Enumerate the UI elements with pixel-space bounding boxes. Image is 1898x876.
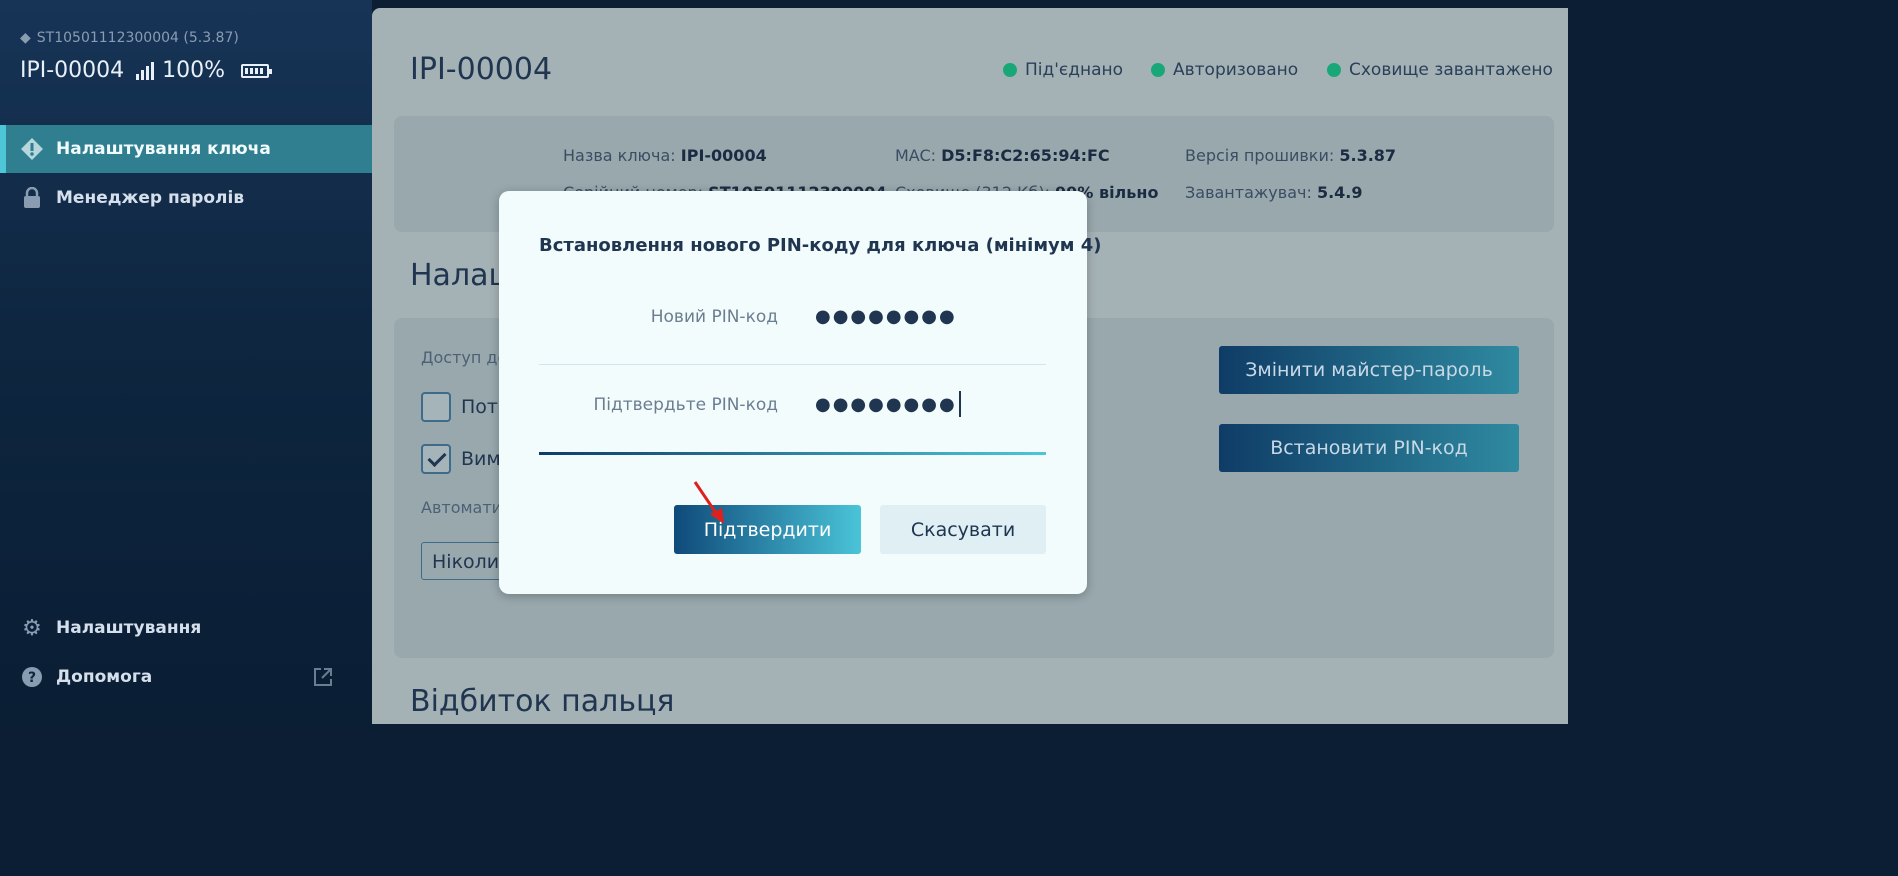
- annotation-arrow-icon: [693, 481, 724, 524]
- select-value: Ніколи: [432, 551, 500, 573]
- dialog-title: Встановлення нового PIN-коду для ключа (…: [539, 235, 1102, 256]
- set-pin-button[interactable]: Встановити PIN-код: [1219, 424, 1519, 472]
- text-cursor: [958, 391, 961, 417]
- signal-icon: [136, 61, 155, 80]
- info-value: 5.4.9: [1316, 183, 1363, 202]
- info-label: Версія прошивки:: [1185, 146, 1335, 165]
- status-label: Авторизовано: [1173, 60, 1299, 80]
- new-pin-label: Новий PIN-код: [650, 307, 778, 327]
- access-label: Доступ до: [421, 348, 508, 367]
- device-serial: ◆ ST10501112300004 (5.3.87): [20, 30, 239, 46]
- status-label: Сховище завантажено: [1349, 60, 1553, 80]
- info-label: MAC:: [895, 146, 937, 165]
- info-label: Назва ключа:: [563, 146, 676, 165]
- confirm-pin-label: Підтвердьте PIN-код: [593, 395, 778, 415]
- sidebar: ◆ ST10501112300004 (5.3.87) IPI-00004 10…: [0, 0, 372, 724]
- device-name: IPI-00004: [20, 58, 125, 83]
- lock-icon: [20, 186, 44, 210]
- status-dot: [1003, 63, 1017, 77]
- confirm-pin-value: ●●●●●●●●: [815, 393, 957, 415]
- status-label: Під'єднано: [1025, 60, 1124, 80]
- battery-icon: [241, 63, 273, 78]
- device-serial-text: ST10501112300004 (5.3.87): [36, 30, 239, 46]
- status-authorized: Авторизовано: [1151, 60, 1298, 80]
- page-title: IPI-00004: [410, 52, 553, 87]
- new-pin-underline: [539, 364, 1046, 365]
- info-value: IPI-00004: [680, 146, 767, 165]
- firmware-info: Версія прошивки: 5.3.87: [1185, 146, 1396, 165]
- nav-label: Менеджер паролів: [56, 188, 245, 208]
- change-master-password-button[interactable]: Змінити майстер-пароль: [1219, 346, 1519, 394]
- nav-label: Налаштування: [56, 618, 202, 638]
- button-label: Встановити PIN-код: [1270, 437, 1468, 459]
- info-value: 5.3.87: [1339, 146, 1397, 165]
- confirm-pin-underline: [539, 452, 1046, 455]
- info-value: D5:F8:C2:65:94:FC: [941, 146, 1110, 165]
- nav-label: Допомога: [56, 667, 153, 687]
- confirm-pin-input[interactable]: ●●●●●●●●: [815, 391, 961, 417]
- new-pin-input[interactable]: ●●●●●●●●: [815, 306, 957, 327]
- key-name-info: Назва ключа: IPI-00004: [563, 146, 767, 165]
- status-dot: [1151, 63, 1165, 77]
- nav-item-password-manager[interactable]: Менеджер паролів: [0, 174, 372, 222]
- fingerprint-section-title: Відбиток пальця: [410, 684, 675, 719]
- status-connected: Під'єднано: [1003, 60, 1123, 80]
- nav-item-settings[interactable]: ⚙ Налаштування: [0, 604, 372, 652]
- device-status-line: IPI-00004 100%: [20, 58, 273, 83]
- battery-percent: 100%: [162, 58, 226, 83]
- external-link-icon[interactable]: [312, 666, 334, 693]
- bootloader-info: Завантажувач: 5.4.9: [1185, 183, 1363, 202]
- auto-lock-label: Автомати: [421, 498, 503, 517]
- info-label: Завантажувач:: [1185, 183, 1312, 202]
- gear-icon: ⚙: [22, 615, 42, 641]
- key-diamond-icon: [20, 137, 44, 161]
- nav-item-key-settings[interactable]: Налаштування ключа: [0, 125, 372, 173]
- cancel-button[interactable]: Скасувати: [880, 505, 1046, 554]
- set-pin-dialog: Встановлення нового PIN-коду для ключа (…: [499, 191, 1102, 594]
- status-dot: [1327, 63, 1341, 77]
- button-label: Змінити майстер-пароль: [1245, 359, 1493, 381]
- key-diamond-icon: ◆: [20, 30, 31, 46]
- disable-checkbox[interactable]: [421, 444, 451, 474]
- disable-checkbox-label: Вим: [461, 448, 501, 470]
- svg-text:?: ?: [28, 670, 36, 686]
- help-icon: ?: [20, 665, 44, 689]
- nav-label: Налаштування ключа: [56, 139, 271, 159]
- require-checkbox[interactable]: [421, 392, 451, 422]
- mac-info: MAC: D5:F8:C2:65:94:FC: [895, 146, 1110, 165]
- button-label: Скасувати: [910, 518, 1016, 541]
- nav-item-help[interactable]: ? Допомога: [0, 653, 372, 701]
- status-storage-loaded: Сховище завантажено: [1327, 60, 1553, 80]
